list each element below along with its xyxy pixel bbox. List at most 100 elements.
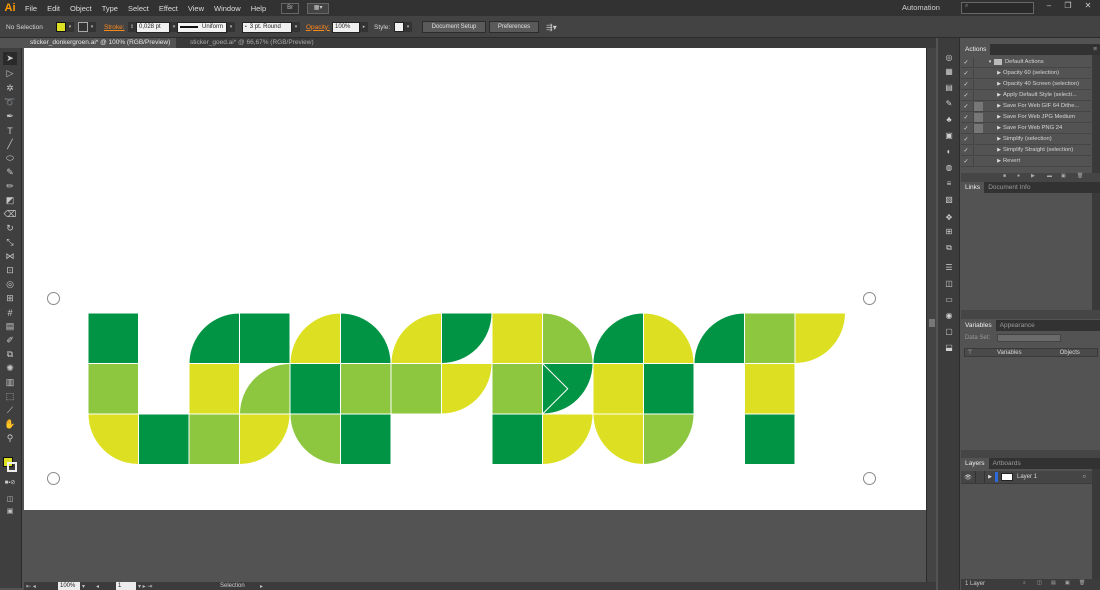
check-icon[interactable]: ✓ — [961, 158, 971, 165]
action-item[interactable]: ✓ ▶ Opacity 60 (selection) — [961, 68, 1091, 79]
logo-tile[interactable] — [441, 312, 493, 365]
action-item[interactable]: ✓ ▶ Simplify Straight (selection) — [961, 145, 1091, 156]
bridge-button[interactable]: Br — [281, 2, 300, 14]
new-sublayer-icon[interactable]: ▤ — [1051, 580, 1056, 586]
scroll-thumb[interactable] — [929, 319, 935, 327]
artboard-number-field[interactable]: 1 — [116, 582, 136, 590]
layers-scrollbar[interactable] — [1092, 469, 1100, 579]
color-mode-icon[interactable]: ■▪⊘ — [3, 476, 17, 489]
expand-arrow-icon[interactable]: ▶ — [995, 70, 1003, 76]
check-icon[interactable]: ✓ — [961, 81, 971, 88]
mesh-tool-icon[interactable]: # — [3, 306, 17, 319]
expand-arrow-icon[interactable]: ▶ — [995, 136, 1003, 142]
logo-tile[interactable] — [340, 363, 392, 415]
logo-tile[interactable] — [744, 363, 796, 415]
chevron-down-icon[interactable]: ▾ — [82, 582, 85, 590]
artboards-panel-icon[interactable]: ▢ — [943, 326, 955, 337]
action-item[interactable]: ✓ ▶ Save For Web GIF 64 Dithe... — [961, 101, 1091, 112]
stop-icon[interactable]: ■ — [1003, 173, 1006, 179]
dialog-toggle[interactable] — [973, 134, 983, 144]
logo-tile[interactable] — [188, 312, 240, 364]
action-item[interactable]: ✓ ▶ Opacity 40 Screen (selection) — [961, 79, 1091, 90]
dialog-toggle[interactable] — [973, 79, 983, 89]
close-button[interactable]: ✕ — [1081, 1, 1095, 14]
stroke-label[interactable]: Stroke: — [104, 21, 125, 33]
logo-tile[interactable] — [188, 363, 240, 415]
zoom-field[interactable]: 100% — [58, 582, 80, 590]
tab-artboards[interactable]: Artboards — [989, 458, 1025, 469]
navigator-icon[interactable]: ▭ — [943, 294, 955, 305]
locate-object-icon[interactable]: ⌕ — [1023, 580, 1026, 586]
expand-arrow-icon[interactable]: ▶ — [995, 147, 1003, 153]
artboard-next-icon[interactable]: ▾ ▸ ⇥ — [138, 582, 152, 590]
graphic-styles-alt-icon[interactable]: ⬓ — [943, 342, 955, 353]
expand-arrow-icon[interactable]: ▶ — [995, 92, 1003, 98]
logo-tile[interactable] — [542, 413, 594, 466]
brush-definition[interactable]: • 3 pt. Round — [242, 21, 292, 33]
scale-tool-icon[interactable]: ⤡ — [3, 236, 17, 249]
check-icon[interactable]: ✓ — [961, 147, 971, 154]
logo-tile[interactable] — [491, 413, 543, 465]
logo-tile[interactable] — [390, 312, 442, 364]
record-icon[interactable]: ● — [1017, 173, 1020, 179]
color-panel-icon[interactable]: ◎ — [943, 52, 955, 63]
logo-tile[interactable] — [592, 413, 644, 466]
action-item[interactable]: ✓ ▶ Simplify (selection) — [961, 134, 1091, 145]
clipping-mask-icon[interactable]: ◫ — [1037, 580, 1042, 586]
character-panel-icon[interactable]: ☰ — [943, 262, 955, 273]
layer-row[interactable]: 👁 ▶ Layer 1 ○ — [961, 471, 1092, 484]
chevron-down-icon[interactable]: ▾ — [292, 22, 300, 32]
tab-document-1[interactable]: sticker_donkergroen.ai* @ 100% (RGB/Prev… — [24, 38, 176, 48]
lasso-tool-icon[interactable]: ➰ — [3, 96, 17, 109]
target-icon[interactable]: ○ — [1082, 474, 1086, 480]
logo-tile[interactable] — [744, 312, 796, 364]
transform-panel-icon[interactable]: ◫ — [943, 278, 955, 289]
artboard-prev-icon[interactable]: ◂ — [96, 582, 99, 590]
expand-arrow-icon[interactable]: ▶ — [985, 474, 995, 480]
menu-select[interactable]: Select — [123, 4, 154, 13]
info-panel-icon[interactable]: ◉ — [943, 310, 955, 321]
action-item[interactable]: ✓ ▶ Apply Default Style (selecti... — [961, 90, 1091, 101]
slice-tool-icon[interactable]: ⟋ — [3, 404, 17, 417]
logo-tile[interactable] — [289, 363, 341, 415]
stepper-icon[interactable]: ⇕ — [128, 22, 136, 32]
swatches-icon[interactable]: ▤ — [943, 82, 955, 93]
vertical-scrollbar[interactable] — [926, 48, 936, 582]
transparency-icon[interactable]: ◍ — [943, 162, 955, 173]
ellipse-tool-icon[interactable]: ⬭ — [3, 152, 17, 165]
check-icon[interactable]: ✓ — [961, 92, 971, 99]
width-tool-icon[interactable]: ⋈ — [3, 250, 17, 263]
blend-tool-icon[interactable]: ⧉ — [3, 348, 17, 361]
variables-column[interactable]: Variables — [997, 350, 1022, 356]
direct-selection-tool-icon[interactable]: ▷ — [3, 67, 17, 80]
trash-icon[interactable]: 🗑 — [1079, 580, 1085, 586]
logo-tile[interactable] — [744, 413, 796, 465]
menu-file[interactable]: File — [20, 4, 42, 13]
hand-tool-icon[interactable]: ✋ — [3, 418, 17, 431]
eye-icon[interactable]: 👁 — [961, 474, 975, 481]
links-scrollbar[interactable] — [1092, 193, 1100, 313]
rotate-tool-icon[interactable]: ↻ — [3, 222, 17, 235]
logo-tile[interactable] — [289, 312, 341, 364]
gradient-panel-icon[interactable]: ▧ — [943, 194, 955, 205]
check-icon[interactable]: ✓ — [961, 103, 971, 110]
variable-width-profile[interactable]: Uniform — [177, 21, 227, 33]
lock-toggle[interactable] — [975, 471, 985, 483]
bounding-box-handle[interactable] — [47, 292, 60, 305]
stroke-swatch[interactable] — [78, 22, 88, 32]
play-icon[interactable]: ▶ — [1031, 173, 1035, 179]
canvas-area[interactable] — [24, 48, 936, 582]
menu-effect[interactable]: Effect — [154, 4, 183, 13]
brushes-icon[interactable]: ✎ — [943, 98, 955, 109]
bounding-box-handle[interactable] — [47, 472, 60, 485]
graphic-style-swatch[interactable] — [394, 22, 404, 32]
logo-tile[interactable] — [592, 312, 644, 364]
logo-tile[interactable] — [592, 363, 644, 415]
chevron-down-icon[interactable]: ▾ — [227, 22, 235, 32]
artboard-tool-icon[interactable]: ⬚ — [3, 390, 17, 403]
color-guide-icon[interactable]: ▦ — [943, 66, 955, 77]
stroke-color-swatch[interactable] — [7, 462, 17, 472]
current-tool-status[interactable]: Selection — [220, 582, 245, 590]
menu-view[interactable]: View — [183, 4, 209, 13]
logo-tile[interactable] — [693, 312, 745, 364]
